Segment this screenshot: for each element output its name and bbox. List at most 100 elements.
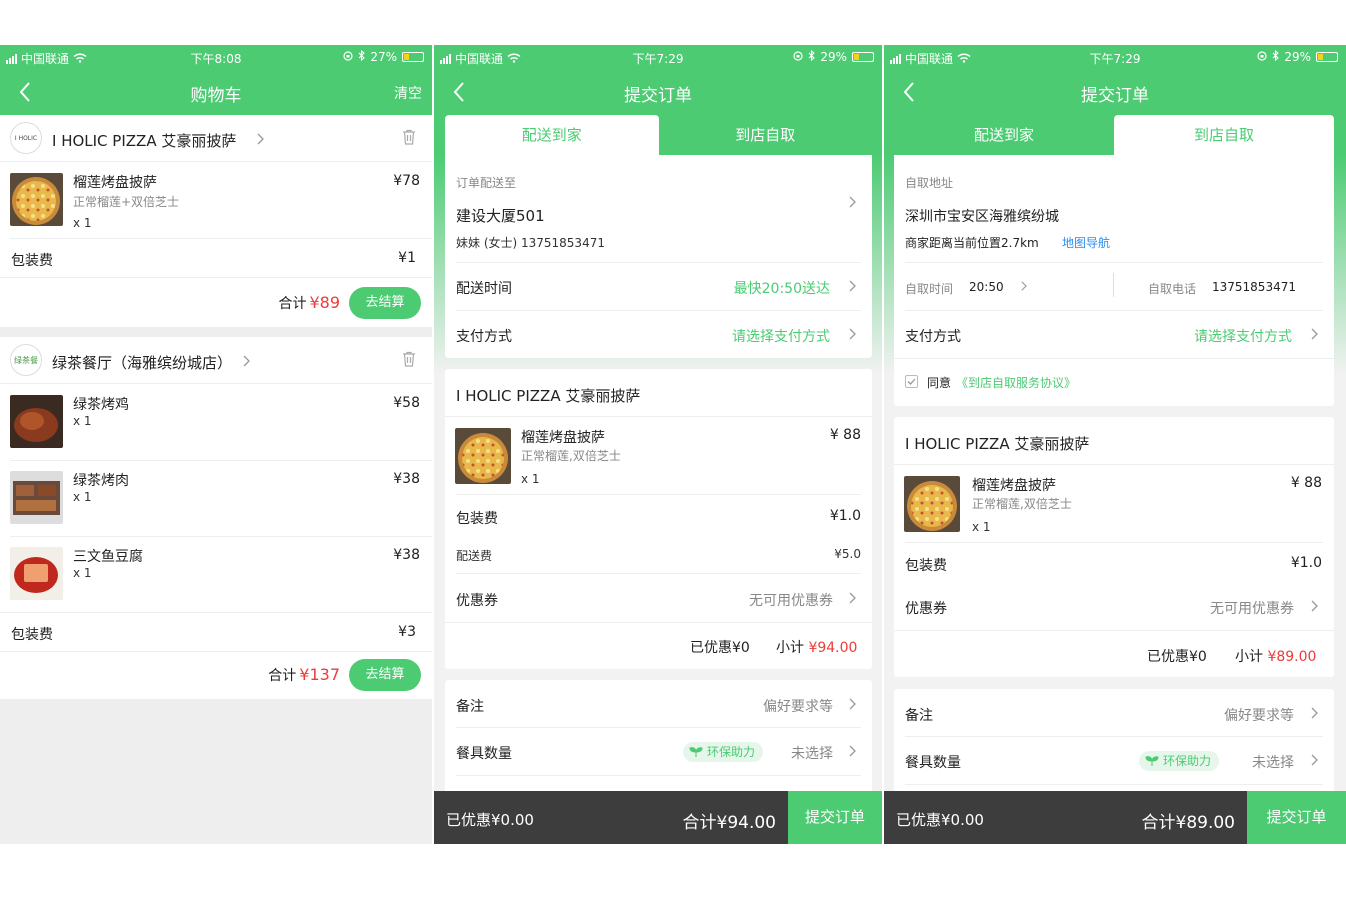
item-spec: 正常榴莲,双倍芝士: [521, 449, 621, 463]
divider: [445, 622, 872, 623]
tab-delivery[interactable]: 配送到家: [445, 115, 659, 155]
order-items-card: I HOLIC PIZZA 艾豪丽披萨 榴莲烤盘披萨 正常榴莲,双倍芝士 x 1…: [894, 417, 1334, 677]
contact-info: 妹妹 (女士) 13751853471: [456, 236, 605, 250]
eco-badge: 环保助力: [1139, 751, 1220, 771]
payment-label: 支付方式: [905, 329, 961, 345]
delivery-address[interactable]: 建设大厦501: [456, 205, 545, 226]
cart-item-row[interactable]: 榴莲烤盘披萨 正常榴莲+双倍芝士 x 1 ¥78: [0, 163, 432, 239]
clear-button[interactable]: 清空: [394, 83, 422, 103]
item-price: ¥58: [393, 395, 420, 411]
shop-cart-card: 绿茶餐 绿茶餐厅（海雅缤纷城店） 绿茶烤鸡 x 1 ¥58 绿茶烤肉 x 1 ¥…: [0, 337, 432, 699]
shipping-fee-value: ¥5.0: [834, 547, 861, 561]
tableware-value[interactable]: 未选择: [1252, 752, 1294, 772]
sprout-icon: [1145, 756, 1159, 766]
item-price: ¥38: [393, 471, 420, 487]
packaging-fee-value: ¥1.0: [1290, 555, 1322, 571]
discount-summary: 已优惠¥0: [1147, 649, 1207, 665]
note-value[interactable]: 偏好要求等: [1224, 705, 1294, 725]
chevron-right-icon[interactable]: [847, 279, 857, 293]
chevron-right-icon[interactable]: [847, 327, 857, 341]
item-qty: x 1: [73, 490, 92, 504]
delivery-time-value[interactable]: 最快20:50送达: [734, 278, 830, 298]
cart-item-row[interactable]: 绿茶烤鸡 x 1 ¥58: [0, 385, 432, 461]
battery-percent: 29%: [820, 50, 847, 64]
coupon-value[interactable]: 无可用优惠券: [1210, 598, 1294, 618]
shop-name: I HOLIC PIZZA 艾豪丽披萨: [456, 387, 641, 405]
trash-icon[interactable]: [402, 351, 416, 367]
pickup-address: 深圳市宝安区海雅缤纷城: [905, 209, 1059, 225]
delivery-time-label: 配送时间: [456, 281, 512, 297]
cart-item-row[interactable]: 绿茶烤肉 x 1 ¥38: [0, 461, 432, 537]
fulfillment-tabs: 配送到家 到店自取: [894, 115, 1334, 155]
coupon-label: 优惠券: [456, 593, 498, 609]
roast-chicken-thumbnail: [10, 395, 63, 448]
payment-label: 支付方式: [456, 329, 512, 345]
payment-value[interactable]: 请选择支付方式: [1194, 326, 1292, 346]
lock-rotation-icon: [1257, 50, 1267, 64]
tab-pickup[interactable]: 到店自取: [1114, 115, 1334, 155]
coupon-value[interactable]: 无可用优惠券: [749, 590, 833, 610]
divider: [905, 784, 1323, 785]
address-label: 订单配送至: [456, 176, 517, 190]
chevron-right-icon[interactable]: [1019, 280, 1028, 292]
battery-icon: [402, 52, 424, 62]
delivery-info-card: 配送到家 到店自取 订单配送至 建设大厦501 妹妹 (女士) 13751853…: [445, 115, 872, 358]
item-qty: x 1: [521, 472, 540, 486]
status-right: 29%: [793, 49, 874, 64]
chevron-right-icon[interactable]: [1309, 706, 1319, 720]
chevron-right-icon[interactable]: [847, 591, 857, 605]
battery-icon: [852, 52, 874, 62]
shop-header[interactable]: 绿茶餐 绿茶餐厅（海雅缤纷城店）: [0, 337, 432, 384]
discount-summary: 已优惠¥0: [690, 640, 750, 656]
salmon-tofu-thumbnail: [10, 547, 63, 600]
cart-item-row[interactable]: 三文鱼豆腐 x 1 ¥38: [0, 537, 432, 613]
chevron-right-icon[interactable]: [1309, 599, 1319, 613]
lock-rotation-icon: [343, 50, 353, 64]
submit-order-button[interactable]: 提交订单: [788, 791, 882, 844]
agree-text: 同意: [927, 376, 952, 390]
total-row: 合计 ¥137 去结算: [0, 651, 432, 699]
note-value[interactable]: 偏好要求等: [763, 696, 833, 716]
payment-value[interactable]: 请选择支付方式: [732, 326, 830, 346]
chevron-right-icon[interactable]: [1309, 327, 1319, 341]
shop-header[interactable]: I HOLIC I HOLIC PIZZA 艾豪丽披萨: [0, 115, 432, 162]
lock-rotation-icon: [793, 50, 803, 64]
fee-label: 包装费: [11, 627, 53, 643]
item-qty: x 1: [972, 520, 991, 534]
divider: [456, 310, 861, 311]
item-name: 榴莲烤盘披萨: [73, 175, 157, 191]
chevron-right-icon[interactable]: [1309, 753, 1319, 767]
fulfillment-tabs: 配送到家 到店自取: [445, 115, 872, 155]
trash-icon[interactable]: [402, 129, 416, 145]
tab-delivery[interactable]: 配送到家: [894, 115, 1114, 155]
fee-value: ¥3: [398, 624, 416, 640]
divider: [894, 630, 1334, 631]
eco-label: 环保助力: [707, 745, 756, 759]
checkout-button[interactable]: 去结算: [349, 659, 421, 691]
checkbox-checked-icon[interactable]: [905, 375, 918, 388]
chevron-right-icon[interactable]: [847, 744, 857, 758]
subtotal-label: 小计: [1235, 649, 1263, 665]
tableware-value[interactable]: 未选择: [791, 743, 833, 763]
total-text: 合计 ¥137: [268, 665, 340, 685]
checkout-button[interactable]: 去结算: [349, 287, 421, 319]
pickup-phone-label: 自取电话: [1148, 282, 1197, 296]
divider: [456, 727, 861, 728]
pickup-agreement-link[interactable]: 《到店自取服务协议》: [956, 374, 1076, 391]
pickup-address-label: 自取地址: [905, 176, 954, 190]
status-right: 27%: [343, 49, 424, 64]
chevron-right-icon[interactable]: [847, 195, 857, 209]
item-price: ¥ 88: [1290, 475, 1322, 491]
divider: [905, 310, 1323, 311]
pickup-time-value[interactable]: 20:50: [969, 280, 1004, 294]
tab-pickup[interactable]: 到店自取: [658, 115, 872, 155]
status-bar: 中国联通 下午7:29 29%: [434, 45, 882, 69]
divider: [905, 736, 1323, 737]
item-spec: 正常榴莲+双倍芝士: [73, 195, 180, 209]
map-nav-link[interactable]: 地图导航: [1062, 234, 1110, 251]
shop-name: I HOLIC PIZZA 艾豪丽披萨: [52, 132, 237, 150]
chevron-right-icon[interactable]: [847, 697, 857, 711]
tableware-label: 餐具数量: [905, 755, 961, 771]
submit-order-button[interactable]: 提交订单: [1247, 791, 1346, 844]
packaging-fee-value: ¥1.0: [829, 508, 861, 524]
